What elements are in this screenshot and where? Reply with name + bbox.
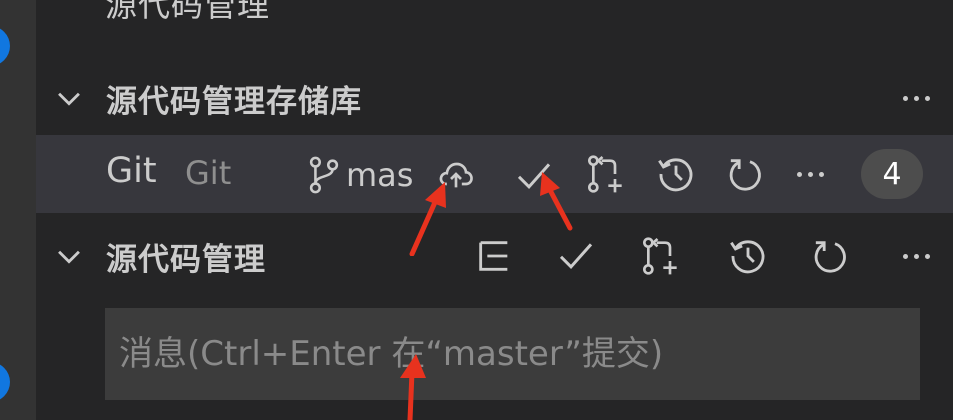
refresh-icon (814, 241, 846, 273)
repository-row[interactable]: Git Git mas 4 (36, 135, 953, 213)
repository-provider: Git (185, 154, 232, 192)
git-pull-request-create-icon (642, 237, 677, 275)
refresh-button[interactable] (721, 150, 769, 198)
chevron-down-icon[interactable] (52, 239, 86, 273)
git-pull-request-create-icon (587, 155, 622, 193)
list-tree-icon (479, 241, 508, 271)
annotation-arrow-commit (540, 172, 573, 231)
activity-badge-bottom[interactable] (0, 362, 10, 402)
scm-section-header[interactable]: 源代码管理 (36, 226, 953, 286)
annotation-arrow-message (400, 354, 426, 420)
repository-more-button[interactable] (786, 150, 834, 198)
refresh-button[interactable] (806, 232, 854, 280)
git-branch-icon (309, 156, 339, 194)
commit-message-box[interactable] (105, 308, 920, 400)
history-icon (730, 240, 765, 274)
repositories-more-button[interactable] (893, 78, 939, 118)
repositories-section-title: 源代码管理存储库 (106, 83, 362, 120)
check-icon (559, 243, 593, 270)
history-icon (658, 158, 693, 192)
clipped-section-title: 源代码管理 (105, 0, 271, 24)
chevron-down-icon[interactable] (52, 81, 86, 115)
create-pull-request-button[interactable] (636, 232, 684, 280)
annotation-arrow-publish (409, 182, 446, 256)
refresh-icon (729, 159, 761, 191)
scm-more-button[interactable] (893, 236, 939, 276)
create-pull-request-button[interactable] (581, 150, 629, 198)
changes-count-badge: 4 (861, 149, 923, 199)
branch-picker[interactable]: mas (306, 155, 413, 195)
activity-badge-top[interactable] (0, 26, 10, 66)
ellipsis-icon (796, 171, 824, 177)
activity-bar (0, 0, 36, 420)
commit-message-input[interactable] (105, 308, 920, 400)
history-button[interactable] (724, 232, 772, 280)
scm-section-title: 源代码管理 (106, 241, 266, 278)
repositories-section-header[interactable]: 源代码管理存储库 (36, 68, 953, 128)
view-as-tree-button[interactable] (470, 232, 518, 280)
commit-button[interactable] (552, 232, 600, 280)
history-button[interactable] (652, 150, 700, 198)
repository-name: Git (106, 151, 157, 191)
